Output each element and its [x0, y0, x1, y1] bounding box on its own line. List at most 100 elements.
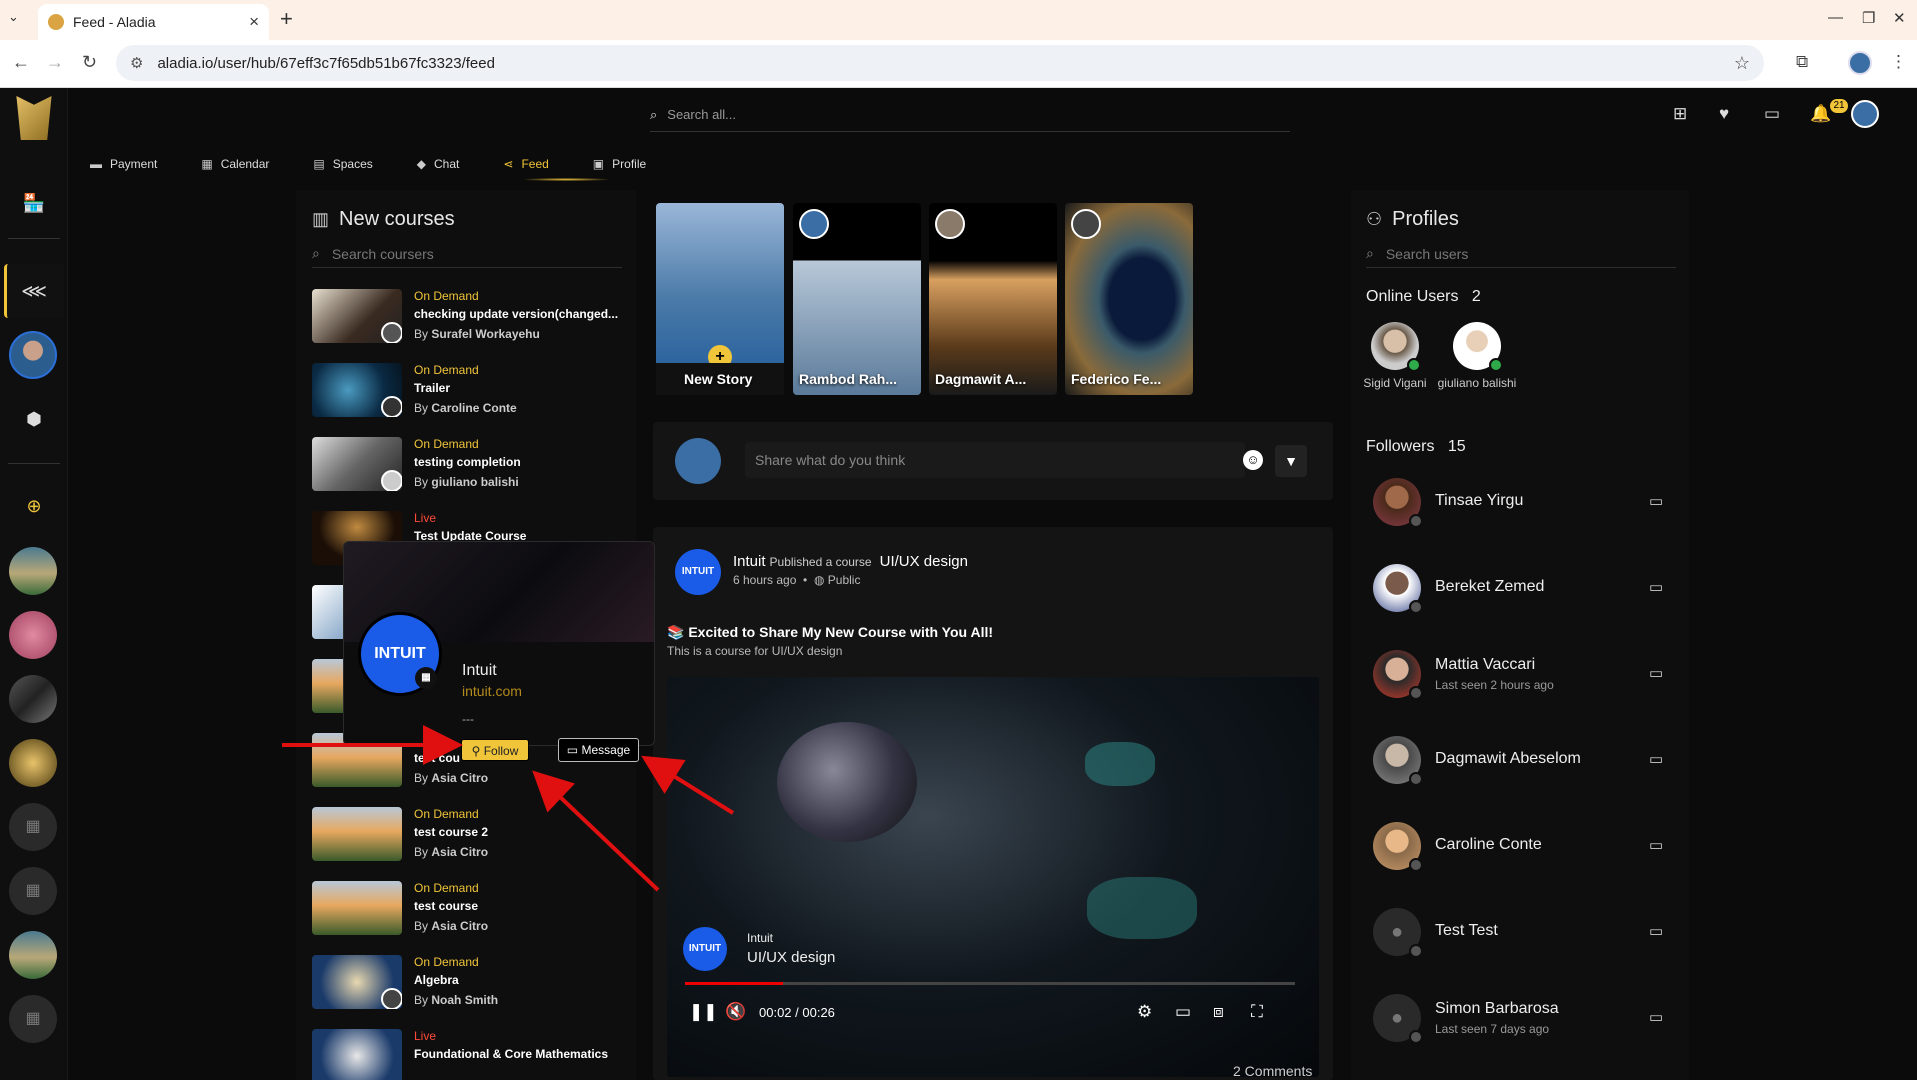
courses-title: ▥ New courses	[312, 208, 455, 231]
composer-input[interactable]: Share what do you think	[745, 442, 1245, 478]
profile-card-avatar[interactable]: INTUIT ▦	[358, 612, 442, 696]
bookmark-star-icon[interactable]: ☆	[1734, 53, 1750, 74]
status-dot	[1409, 944, 1423, 958]
browser-tab[interactable]: Feed - Aladia ×	[38, 4, 269, 40]
course-item[interactable]: On Demand checking update version(change…	[312, 289, 642, 361]
story-new[interactable]: + New Story	[656, 203, 784, 395]
follow-button[interactable]: ⚲ Follow	[461, 739, 529, 761]
space-avatar[interactable]	[9, 547, 57, 595]
message-icon[interactable]: ▭	[1649, 492, 1663, 510]
followers-label: Followers	[1366, 438, 1435, 455]
add-space-icon[interactable]: ⊕	[0, 496, 68, 517]
global-search[interactable]: ⌕ Search all...	[650, 98, 1290, 132]
follower-item[interactable]: Mattia Vaccari Last seen 2 hours ago ▭	[1373, 650, 1673, 702]
settings-icon[interactable]: ⚙	[1137, 1002, 1152, 1022]
profile-card-name[interactable]: Intuit	[462, 662, 497, 680]
comments-link[interactable]: 2 Comments	[1233, 1063, 1312, 1079]
status-dot	[1409, 772, 1423, 786]
follower-item[interactable]: Caroline Conte ▭	[1373, 822, 1673, 874]
story-card[interactable]: Dagmawit A...	[929, 203, 1057, 395]
story-card[interactable]: Federico Fe...	[1065, 203, 1193, 395]
nav-calendar[interactable]: ▦ Calendar	[201, 150, 269, 178]
user-avatar[interactable]	[9, 331, 57, 379]
space-avatar[interactable]	[9, 931, 57, 979]
course-item[interactable]: On Demand testing completion By giuliano…	[312, 437, 642, 509]
post-author-name[interactable]: Intuit	[733, 553, 766, 570]
post-action: Published a course	[769, 555, 872, 569]
story-card[interactable]: Rambod Rah...	[793, 203, 921, 395]
reload-icon[interactable]: ↻	[82, 52, 97, 73]
message-icon[interactable]: ▭	[1649, 1008, 1663, 1026]
pause-icon[interactable]: ❚❚	[689, 1002, 718, 1022]
filter-icon[interactable]: ▼	[1275, 445, 1307, 477]
space-avatar[interactable]	[9, 611, 57, 659]
browser-profile-avatar[interactable]	[1848, 51, 1872, 75]
forward-icon[interactable]: →	[46, 52, 64, 73]
by-prefix: By	[414, 327, 429, 341]
minimize-icon[interactable]: —	[1828, 9, 1843, 26]
site-info-icon[interactable]: ⚙	[130, 54, 143, 72]
profile-card-url[interactable]: intuit.com	[462, 683, 522, 699]
miniplayer-icon[interactable]: ▭	[1175, 1002, 1191, 1022]
close-window-icon[interactable]: ✕	[1893, 9, 1906, 27]
follower-item[interactable]: ● Simon Barbarosa Last seen 7 days ago ▭	[1373, 994, 1673, 1046]
browser-menu-icon[interactable]: ⋮	[1890, 52, 1907, 72]
follower-item[interactable]: Bereket Zemed ▭	[1373, 564, 1673, 616]
restore-icon[interactable]: ❐	[1862, 9, 1875, 27]
space-building-icon[interactable]: ▦	[9, 995, 57, 1043]
video-player[interactable]: INTUIT Intuit UI/UX design ❚❚ 🔇 00:02 / …	[667, 677, 1319, 1077]
story-name: New Story	[684, 371, 753, 387]
message-icon[interactable]: ▭	[1649, 578, 1663, 596]
space-avatar[interactable]	[9, 675, 57, 723]
message-icon[interactable]: ▭	[1649, 664, 1663, 682]
follower-item[interactable]: ● Test Test ▭	[1373, 908, 1673, 960]
online-user[interactable]: Sigid Vigani	[1351, 322, 1439, 391]
new-tab-icon[interactable]: +	[280, 6, 293, 32]
space-building-icon[interactable]: ▦	[9, 803, 57, 851]
bell-icon[interactable]: 🔔	[1810, 104, 1831, 124]
message-icon[interactable]: ▭	[1649, 836, 1663, 854]
hub-icon[interactable]: ⬢	[0, 409, 68, 430]
follower-item[interactable]: Dagmawit Abeselom ▭	[1373, 736, 1673, 788]
store-icon[interactable]: 🏪	[0, 193, 68, 214]
courses-search[interactable]: ⌕ Search coursers	[312, 240, 622, 268]
post-course-link[interactable]: UI/UX design	[880, 553, 968, 570]
course-item[interactable]: On Demand test course By Asia Citro	[312, 881, 642, 953]
course-item[interactable]: On Demand Algebra By Noah Smith	[312, 955, 642, 1027]
nav-feed[interactable]: ⋖ Feed	[503, 150, 548, 178]
extensions-icon[interactable]: ⧉	[1796, 52, 1808, 72]
account-avatar[interactable]	[1851, 100, 1879, 128]
course-item[interactable]: Live Foundational & Core Mathematics	[312, 1029, 642, 1080]
space-building-icon[interactable]: ▦	[9, 867, 57, 915]
heart-icon[interactable]: ♥	[1719, 104, 1729, 124]
post-author-avatar[interactable]: INTUIT	[675, 549, 721, 595]
video-progress-bar[interactable]	[685, 982, 1295, 985]
course-item[interactable]: On Demand Trailer By Caroline Conte	[312, 363, 642, 435]
nav-payment[interactable]: ▬ Payment	[90, 150, 157, 178]
message-button[interactable]: ▭ Message	[558, 738, 639, 762]
tab-search-icon[interactable]: ⌄	[8, 9, 19, 25]
browser-toolbar: ← → ↻ ⚙ aladia.io/user/hub/67eff3c7f65db…	[0, 40, 1917, 88]
close-tab-icon[interactable]: ×	[249, 12, 259, 32]
share-icon[interactable]: ⋘	[0, 281, 68, 302]
follower-item[interactable]: Tinsae Yirgu ▭	[1373, 478, 1673, 530]
composer-avatar[interactable]	[675, 438, 721, 484]
users-search[interactable]: ⌕ Search users	[1366, 240, 1676, 268]
course-kind: On Demand	[414, 363, 479, 377]
emoji-icon[interactable]: ☺	[1243, 450, 1263, 470]
fullscreen-icon[interactable]: ⛶	[1251, 1002, 1263, 1022]
nav-chat[interactable]: ◆ Chat	[417, 150, 460, 178]
back-icon[interactable]: ←	[12, 52, 30, 73]
muted-icon[interactable]: 🔇	[725, 1002, 746, 1022]
theater-icon[interactable]: ⧈	[1213, 1002, 1224, 1022]
nav-spaces[interactable]: ▤ Spaces	[313, 150, 372, 178]
nav-profile[interactable]: ▣ Profile	[593, 150, 646, 178]
space-avatar[interactable]	[9, 739, 57, 787]
messages-icon[interactable]: ▭	[1764, 104, 1780, 124]
course-item[interactable]: On Demand test course 2 By Asia Citro	[312, 807, 642, 879]
apps-grid-icon[interactable]: ⊞	[1673, 104, 1687, 124]
message-icon[interactable]: ▭	[1649, 922, 1663, 940]
address-bar[interactable]: ⚙ aladia.io/user/hub/67eff3c7f65db51b67f…	[116, 45, 1764, 81]
message-icon[interactable]: ▭	[1649, 750, 1663, 768]
online-user[interactable]: giuliano balishi	[1433, 322, 1521, 391]
